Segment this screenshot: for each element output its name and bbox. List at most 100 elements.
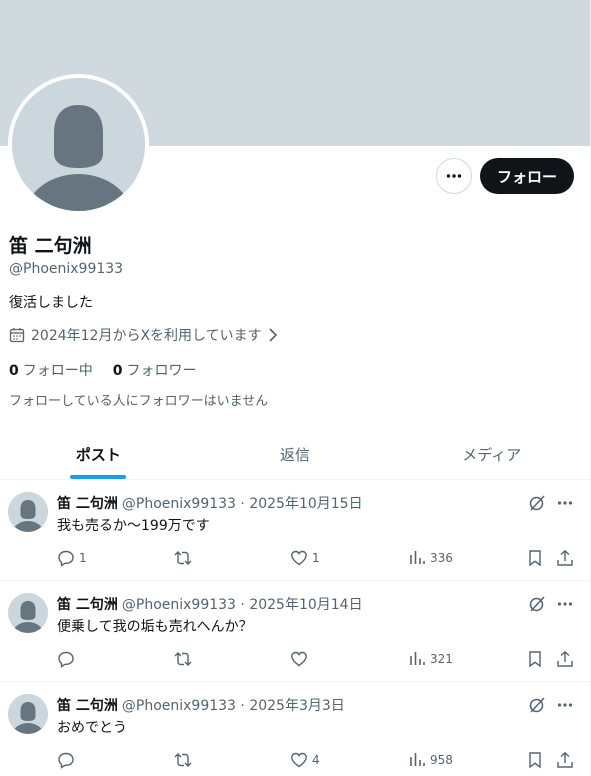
heart-icon bbox=[291, 752, 307, 768]
more-icon bbox=[446, 174, 462, 178]
share-icon bbox=[557, 751, 573, 768]
heart-icon bbox=[291, 651, 307, 667]
post-author-handle[interactable]: @Phoenix99133 bbox=[122, 597, 236, 613]
post-header: 笛 二句洲 @Phoenix99133 · 2025年3月3日 bbox=[57, 695, 345, 715]
views-icon bbox=[410, 551, 425, 564]
tab-replies[interactable]: 返信 bbox=[197, 430, 394, 479]
post-date[interactable]: 2025年10月15日 bbox=[249, 496, 362, 512]
share-button[interactable] bbox=[556, 751, 574, 769]
grok-button[interactable] bbox=[528, 595, 546, 613]
post-header: 笛 二句洲 @Phoenix99133 · 2025年10月15日 bbox=[57, 493, 363, 513]
post-avatar[interactable] bbox=[8, 492, 48, 532]
views-count: 958 bbox=[430, 753, 453, 767]
reply-button[interactable] bbox=[57, 751, 79, 769]
more-icon bbox=[557, 501, 573, 505]
profile-bio: 復活しました bbox=[9, 295, 93, 311]
reply-icon bbox=[58, 651, 74, 668]
following-count: 0 bbox=[9, 363, 19, 379]
post-item[interactable]: 笛 二句洲 @Phoenix99133 · 2025年10月15日 我も売るか〜1… bbox=[0, 480, 590, 581]
post-item[interactable]: 笛 二句洲 @Phoenix99133 · 2025年3月3日 おめでとう 4 … bbox=[0, 682, 590, 776]
tab-replies-label: 返信 bbox=[280, 446, 311, 464]
profile-avatar[interactable] bbox=[8, 74, 149, 215]
post-text: 便乗して我の垢も売れへんか？ bbox=[57, 619, 253, 635]
like-count: 4 bbox=[312, 753, 320, 767]
share-button[interactable] bbox=[556, 650, 574, 668]
reply-button[interactable]: 1 bbox=[57, 549, 87, 567]
default-avatar-icon bbox=[8, 492, 48, 532]
bookmark-icon bbox=[529, 651, 541, 668]
like-button[interactable] bbox=[290, 650, 312, 668]
post-separator: · bbox=[235, 496, 250, 512]
reply-icon bbox=[58, 550, 74, 567]
bookmark-button[interactable] bbox=[526, 549, 544, 567]
no-followers-note: フォローしている人にフォロワーはいません bbox=[9, 394, 269, 409]
post-avatar[interactable] bbox=[8, 694, 48, 734]
grok-button[interactable] bbox=[528, 494, 546, 512]
post-actions: 4 958 bbox=[57, 751, 577, 771]
profile-handle: @Phoenix99133 bbox=[9, 261, 124, 277]
active-tab-indicator bbox=[70, 475, 127, 479]
following-label: フォロー中 bbox=[22, 363, 93, 379]
bookmark-icon bbox=[529, 550, 541, 567]
views-count: 321 bbox=[430, 652, 453, 666]
bookmark-icon bbox=[529, 752, 541, 769]
post-more-button[interactable] bbox=[556, 595, 574, 613]
default-avatar-icon bbox=[8, 694, 48, 734]
default-avatar-icon bbox=[12, 78, 145, 211]
tab-media[interactable]: メディア bbox=[393, 430, 590, 479]
tab-posts-label: ポスト bbox=[75, 446, 121, 464]
more-icon bbox=[557, 602, 573, 606]
default-avatar-icon bbox=[8, 593, 48, 633]
tab-media-label: メディア bbox=[462, 446, 522, 464]
profile-tabs: ポスト 返信 メディア bbox=[0, 430, 590, 480]
tab-posts[interactable]: ポスト bbox=[0, 430, 197, 479]
post-author-name[interactable]: 笛 二句洲 bbox=[57, 496, 118, 512]
post-separator: · bbox=[235, 698, 250, 714]
post-more-button[interactable] bbox=[556, 696, 574, 714]
repost-button[interactable] bbox=[173, 650, 197, 668]
grok-icon bbox=[529, 697, 545, 713]
post-header: 笛 二句洲 @Phoenix99133 · 2025年10月14日 bbox=[57, 594, 363, 614]
like-button[interactable]: 1 bbox=[290, 549, 320, 567]
repost-button[interactable] bbox=[173, 549, 197, 567]
followers-link[interactable]: 0 フォロワー bbox=[113, 360, 197, 380]
repost-icon bbox=[174, 652, 192, 666]
post-actions: 321 bbox=[57, 650, 577, 670]
post-actions: 1 1 336 bbox=[57, 549, 577, 569]
following-link[interactable]: 0 フォロー中 bbox=[9, 360, 93, 380]
profile-name: 笛 二句洲 bbox=[9, 235, 92, 257]
post-date[interactable]: 2025年10月14日 bbox=[249, 597, 362, 613]
reply-icon bbox=[58, 752, 74, 769]
views-button[interactable]: 321 bbox=[408, 650, 453, 668]
grok-icon bbox=[529, 596, 545, 612]
bookmark-button[interactable] bbox=[526, 751, 544, 769]
views-button[interactable]: 336 bbox=[408, 549, 453, 567]
repost-button[interactable] bbox=[173, 751, 197, 769]
post-item[interactable]: 笛 二句洲 @Phoenix99133 · 2025年10月14日 便乗して我の垢… bbox=[0, 581, 590, 682]
views-button[interactable]: 958 bbox=[408, 751, 453, 769]
share-icon bbox=[557, 650, 573, 667]
bookmark-button[interactable] bbox=[526, 650, 544, 668]
post-date[interactable]: 2025年3月3日 bbox=[249, 698, 344, 714]
more-options-button[interactable] bbox=[436, 158, 472, 194]
reply-button[interactable] bbox=[57, 650, 79, 668]
post-author-handle[interactable]: @Phoenix99133 bbox=[122, 496, 236, 512]
post-text: おめでとう bbox=[57, 720, 127, 736]
post-author-name[interactable]: 笛 二句洲 bbox=[57, 597, 118, 613]
post-author-name[interactable]: 笛 二句洲 bbox=[57, 698, 118, 714]
like-count: 1 bbox=[312, 551, 320, 565]
post-avatar[interactable] bbox=[8, 593, 48, 633]
repost-icon bbox=[174, 753, 192, 767]
grok-button[interactable] bbox=[528, 696, 546, 714]
post-more-button[interactable] bbox=[556, 494, 574, 512]
follow-button[interactable]: フォロー bbox=[480, 158, 574, 194]
share-icon bbox=[557, 549, 573, 566]
post-separator: · bbox=[235, 597, 250, 613]
post-author-handle[interactable]: @Phoenix99133 bbox=[122, 698, 236, 714]
share-button[interactable] bbox=[556, 549, 574, 567]
like-button[interactable]: 4 bbox=[290, 751, 320, 769]
reply-count: 1 bbox=[79, 551, 87, 565]
views-count: 336 bbox=[430, 551, 453, 565]
joined-date[interactable]: 2024年12月からXを利用しています bbox=[9, 325, 278, 345]
repost-icon bbox=[174, 551, 192, 565]
